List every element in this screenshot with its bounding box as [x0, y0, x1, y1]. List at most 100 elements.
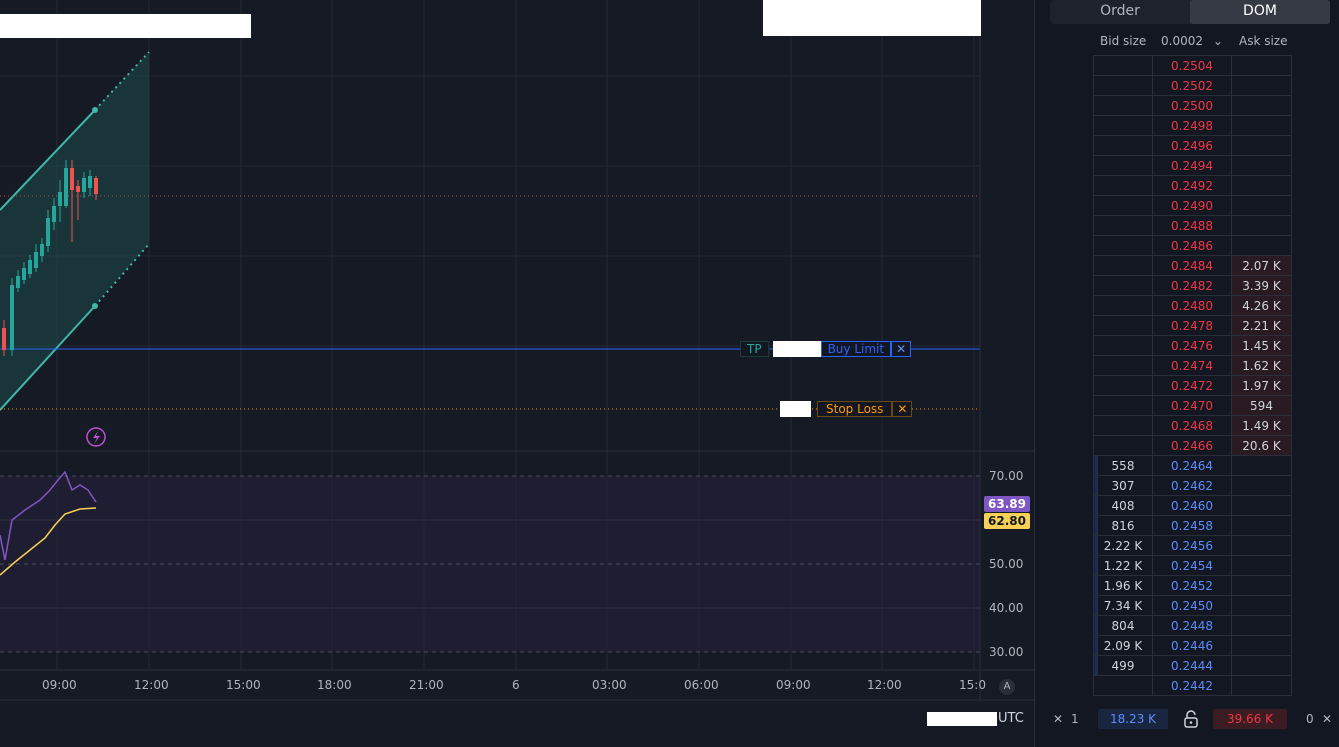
dom-row[interactable]: 804 0.2448	[1093, 615, 1292, 636]
buy-limit-order-label[interactable]: TP Buy Limit ✕	[740, 341, 912, 357]
bid-size-cell[interactable]: 2.09 K	[1093, 635, 1153, 656]
bid-size-cell[interactable]	[1093, 375, 1153, 396]
ask-size-cell[interactable]	[1231, 515, 1292, 536]
bid-size-cell[interactable]	[1093, 355, 1153, 376]
ask-size-cell[interactable]	[1231, 535, 1292, 556]
dom-row[interactable]: 2.09 K 0.2446	[1093, 635, 1292, 656]
bid-total[interactable]: 18.23 K	[1098, 709, 1168, 729]
ask-size-cell[interactable]	[1231, 655, 1292, 676]
ask-size-cell[interactable]	[1231, 495, 1292, 516]
dom-row[interactable]: 0.2478 2.21 K	[1093, 315, 1292, 336]
ask-size-cell[interactable]: 2.21 K	[1231, 315, 1292, 336]
chart-canvas[interactable]	[0, 0, 1034, 747]
close-right-icon[interactable]: ✕	[1322, 712, 1332, 726]
bid-size-cell[interactable]	[1093, 175, 1153, 196]
ask-total[interactable]: 39.66 K	[1213, 709, 1287, 729]
dom-row[interactable]: 2.22 K 0.2456	[1093, 535, 1292, 556]
dom-row[interactable]: 0.2496	[1093, 135, 1292, 156]
dom-row[interactable]: 0.2498	[1093, 115, 1292, 136]
price-cell[interactable]: 0.2466	[1152, 435, 1232, 456]
ask-size-cell[interactable]	[1231, 195, 1292, 216]
dom-row[interactable]: 0.2474 1.62 K	[1093, 355, 1292, 376]
ask-size-cell[interactable]: 1.97 K	[1231, 375, 1292, 396]
dom-row[interactable]: 0.2442	[1093, 675, 1292, 696]
price-cell[interactable]: 0.2444	[1152, 655, 1232, 676]
dom-row[interactable]: 7.34 K 0.2450	[1093, 595, 1292, 616]
ask-size-cell[interactable]: 1.45 K	[1231, 335, 1292, 356]
price-cell[interactable]: 0.2484	[1152, 255, 1232, 276]
bid-size-cell[interactable]	[1093, 435, 1153, 456]
bid-size-cell[interactable]: 558	[1093, 455, 1153, 476]
dom-row[interactable]: 0.2502	[1093, 75, 1292, 96]
ask-size-cell[interactable]	[1231, 135, 1292, 156]
price-cell[interactable]: 0.2456	[1152, 535, 1232, 556]
bid-size-cell[interactable]	[1093, 115, 1153, 136]
ask-size-cell[interactable]	[1231, 95, 1292, 116]
bid-size-cell[interactable]	[1093, 95, 1153, 116]
cancel-stop-loss-button[interactable]: ✕	[892, 401, 913, 417]
buy-limit-label[interactable]: Buy Limit	[820, 341, 892, 357]
dom-row[interactable]: 816 0.2458	[1093, 515, 1292, 536]
dom-row[interactable]: 0.2466 20.6 K	[1093, 435, 1292, 456]
stop-loss-order-label[interactable]: Stop Loss ✕	[780, 401, 913, 417]
ask-size-cell[interactable]	[1231, 635, 1292, 656]
price-cell[interactable]: 0.2476	[1152, 335, 1232, 356]
ask-size-cell[interactable]	[1231, 575, 1292, 596]
ask-size-cell[interactable]	[1231, 75, 1292, 96]
dom-row[interactable]: 0.2504	[1093, 55, 1292, 76]
price-cell[interactable]: 0.2454	[1152, 555, 1232, 576]
dom-row[interactable]: 0.2488	[1093, 215, 1292, 236]
dom-row[interactable]: 1.22 K 0.2454	[1093, 555, 1292, 576]
ask-size-cell[interactable]	[1231, 175, 1292, 196]
bid-size-cell[interactable]	[1093, 135, 1153, 156]
price-cell[interactable]: 0.2462	[1152, 475, 1232, 496]
dom-row[interactable]: 0.2482 3.39 K	[1093, 275, 1292, 296]
tab-order[interactable]: Order	[1050, 0, 1190, 24]
price-cell[interactable]: 0.2486	[1152, 235, 1232, 256]
bid-size-cell[interactable]	[1093, 335, 1153, 356]
dom-row[interactable]: 1.96 K 0.2452	[1093, 575, 1292, 596]
bid-size-cell[interactable]	[1093, 75, 1153, 96]
price-cell[interactable]: 0.2490	[1152, 195, 1232, 216]
price-cell[interactable]: 0.2500	[1152, 95, 1232, 116]
dom-row[interactable]: 0.2490	[1093, 195, 1292, 216]
price-cell[interactable]: 0.2496	[1152, 135, 1232, 156]
dom-row[interactable]: 0.2486	[1093, 235, 1292, 256]
bid-size-cell[interactable]: 307	[1093, 475, 1153, 496]
bid-size-cell[interactable]: 1.22 K	[1093, 555, 1153, 576]
price-cell[interactable]: 0.2492	[1152, 175, 1232, 196]
dom-row[interactable]: 0.2500	[1093, 95, 1292, 116]
timezone-button[interactable]: UTC	[998, 711, 1024, 726]
ask-size-cell[interactable]	[1231, 215, 1292, 236]
dom-row[interactable]: 0.2492	[1093, 175, 1292, 196]
ask-size-cell[interactable]	[1231, 115, 1292, 136]
ask-size-cell[interactable]	[1231, 615, 1292, 636]
bid-size-cell[interactable]	[1093, 315, 1153, 336]
ask-size-cell[interactable]	[1231, 55, 1292, 76]
dom-row[interactable]: 0.2476 1.45 K	[1093, 335, 1292, 356]
price-cell[interactable]: 0.2494	[1152, 155, 1232, 176]
dom-row[interactable]: 0.2494	[1093, 155, 1292, 176]
dom-row[interactable]: 0.2468 1.49 K	[1093, 415, 1292, 436]
ask-size-cell[interactable]: 1.49 K	[1231, 415, 1292, 436]
ask-size-cell[interactable]: 2.07 K	[1231, 255, 1292, 276]
price-cell[interactable]: 0.2480	[1152, 295, 1232, 316]
bid-size-cell[interactable]: 804	[1093, 615, 1153, 636]
auto-scale-button[interactable]: A	[999, 679, 1015, 695]
close-left-icon[interactable]: ✕	[1053, 712, 1063, 726]
stop-loss-label[interactable]: Stop Loss	[817, 401, 893, 417]
price-cell[interactable]: 0.2478	[1152, 315, 1232, 336]
price-cell[interactable]: 0.2452	[1152, 575, 1232, 596]
price-cell[interactable]: 0.2458	[1152, 515, 1232, 536]
price-cell[interactable]: 0.2448	[1152, 615, 1232, 636]
dom-row[interactable]: 408 0.2460	[1093, 495, 1292, 516]
bid-size-cell[interactable]: 408	[1093, 495, 1153, 516]
bid-size-cell[interactable]	[1093, 55, 1153, 76]
ask-size-cell[interactable]	[1231, 595, 1292, 616]
price-cell[interactable]: 0.2470	[1152, 395, 1232, 416]
price-cell[interactable]: 0.2446	[1152, 635, 1232, 656]
dom-row[interactable]: 558 0.2464	[1093, 455, 1292, 476]
cancel-buy-limit-button[interactable]: ✕	[891, 341, 912, 357]
bid-size-cell[interactable]: 816	[1093, 515, 1153, 536]
bid-size-cell[interactable]	[1093, 215, 1153, 236]
